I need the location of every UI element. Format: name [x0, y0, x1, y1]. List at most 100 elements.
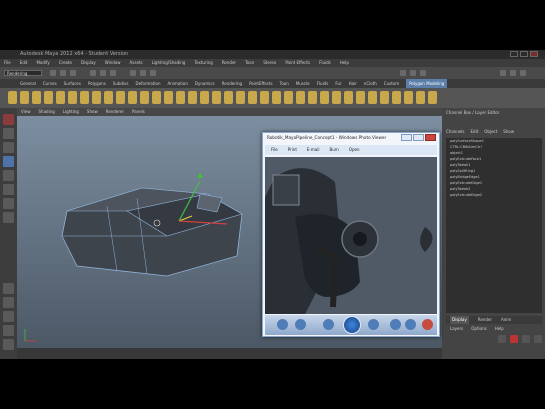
shelf-tool-icon[interactable] [164, 91, 173, 104]
rotate-tool-icon[interactable] [3, 170, 14, 181]
shelf-tool-icon[interactable] [188, 91, 197, 104]
snap-point-icon[interactable] [150, 70, 156, 76]
shelf-tool-icon[interactable] [104, 91, 113, 104]
time-slider[interactable] [17, 348, 442, 359]
ipr-render-icon[interactable] [410, 70, 416, 76]
viewport-menu-view[interactable]: View [21, 108, 31, 116]
menu-render[interactable]: Render [222, 59, 236, 67]
channel-box-menu-object[interactable]: Object [484, 128, 497, 136]
photo-viewer-maximize-button[interactable] [413, 134, 424, 141]
shelf-tool-icon[interactable] [428, 91, 437, 104]
zoom-icon[interactable] [277, 319, 288, 330]
menu-help[interactable]: Help [340, 59, 349, 67]
menu-modify[interactable]: Modify [36, 59, 49, 67]
shelf-tab-curves[interactable]: Curves [43, 79, 57, 88]
shelf-tool-icon[interactable] [260, 91, 269, 104]
persp-graph-layout-icon[interactable] [3, 325, 14, 336]
shelf-tab-polygon-modeling[interactable]: Polygon Modeling [406, 79, 448, 88]
photo-menu-burn[interactable]: Burn [329, 145, 338, 155]
rotate-counterclockwise-icon[interactable] [390, 319, 401, 330]
minimize-button[interactable] [510, 51, 518, 57]
new-scene-icon[interactable] [50, 70, 56, 76]
render-settings-icon[interactable] [420, 70, 426, 76]
shelf-tool-icon[interactable] [140, 91, 149, 104]
photo-menu-print[interactable]: Print [288, 145, 297, 155]
shelf-tool-icon[interactable] [380, 91, 389, 104]
shelf-tab-subdivs[interactable]: Subdivs [113, 79, 129, 88]
viewport-menu-show[interactable]: Show [87, 108, 98, 116]
move-layer-up-icon[interactable] [522, 335, 530, 343]
polygon-model[interactable] [61, 187, 243, 277]
shelf-tool-icon[interactable] [32, 91, 41, 104]
shelf-tab-fur[interactable]: Fur [335, 79, 341, 88]
shelf-tab-toon[interactable]: Toon [280, 79, 289, 88]
show-tool-settings-icon[interactable] [520, 70, 526, 76]
shelf-tool-icon[interactable] [284, 91, 293, 104]
last-tool-icon[interactable] [3, 212, 14, 223]
shelf-tab-muscle[interactable]: Muscle [296, 79, 310, 88]
next-icon[interactable] [368, 319, 379, 330]
menu-file[interactable]: File [4, 59, 11, 67]
move-tool-icon[interactable] [3, 156, 14, 167]
shelf-tab-animation[interactable]: Animation [168, 79, 188, 88]
shelf-tool-icon[interactable] [224, 91, 233, 104]
shelf-tool-icon[interactable] [416, 91, 425, 104]
menu-fluids[interactable]: Fluids [319, 59, 331, 67]
viewport-menu-shading[interactable]: Shading [39, 108, 55, 116]
viewport-menu-panels[interactable]: Panels [132, 108, 145, 116]
menu-assets[interactable]: Assets [130, 59, 143, 67]
menu-edit[interactable]: Edit [20, 59, 28, 67]
shelf-tool-icon[interactable] [80, 91, 89, 104]
single-perspective-layout-icon[interactable] [3, 283, 14, 294]
tab-anim[interactable]: Anim [501, 316, 511, 324]
shelf-tab-polygons[interactable]: Polygons [88, 79, 106, 88]
shelf-tab-rendering[interactable]: Rendering [222, 79, 242, 88]
shelf-tool-icon[interactable] [320, 91, 329, 104]
menu-texturing[interactable]: Texturing [194, 59, 212, 67]
maximize-button[interactable] [520, 51, 528, 57]
viewport-menu-renderer[interactable]: Renderer [106, 108, 124, 116]
shelf-tool-icon[interactable] [296, 91, 305, 104]
show-channel-box-icon[interactable] [500, 70, 506, 76]
photo-menu-email[interactable]: E-mail [307, 145, 320, 155]
menu-paint-effects[interactable]: Paint Effects [285, 59, 310, 67]
slideshow-button[interactable] [343, 316, 361, 334]
channel-box-menu-edit[interactable]: Edit [471, 128, 479, 136]
actual-size-icon[interactable] [295, 319, 306, 330]
shelf-tool-icon[interactable] [332, 91, 341, 104]
select-tool-icon[interactable] [3, 114, 14, 125]
shelf-tab-custom[interactable]: Custom [384, 79, 399, 88]
photo-viewer-minimize-button[interactable] [401, 134, 412, 141]
shelf-tool-icon[interactable] [8, 91, 17, 104]
show-attribute-editor-icon[interactable] [510, 70, 516, 76]
tab-render[interactable]: Render [478, 316, 492, 324]
shelf-tool-icon[interactable] [368, 91, 377, 104]
tab-display[interactable]: Display [450, 316, 469, 324]
shelf-tool-icon[interactable] [236, 91, 245, 104]
menu-display[interactable]: Display [81, 59, 96, 67]
shelf-tool-icon[interactable] [116, 91, 125, 104]
viewport-menu-lighting[interactable]: Lighting [63, 108, 79, 116]
shelf-tool-icon[interactable] [392, 91, 401, 104]
shelf-tab-general[interactable]: General [20, 79, 36, 88]
photo-viewer-close-button[interactable] [425, 134, 436, 141]
close-button[interactable] [530, 51, 538, 57]
menu-window[interactable]: Window [105, 59, 121, 67]
photo-menu-file[interactable]: File [271, 145, 278, 155]
menu-set-select[interactable]: Rendering [4, 70, 42, 76]
select-component-icon[interactable] [110, 70, 116, 76]
manipulator-tool-icon[interactable] [3, 198, 14, 209]
shelf-tool-icon[interactable] [128, 91, 137, 104]
shelf-tool-icon[interactable] [68, 91, 77, 104]
shelf-tool-icon[interactable] [44, 91, 53, 104]
open-scene-icon[interactable] [60, 70, 66, 76]
shelf-tab-deformation[interactable]: Deformation [136, 79, 161, 88]
snap-grid-icon[interactable] [130, 70, 136, 76]
shelf-tool-icon[interactable] [356, 91, 365, 104]
channel-box-menu-channels[interactable]: Channels [446, 128, 465, 136]
select-object-icon[interactable] [100, 70, 106, 76]
menu-toon[interactable]: Toon [245, 59, 254, 67]
shelf-tab-fluids[interactable]: Fluids [317, 79, 329, 88]
render-frame-icon[interactable] [400, 70, 406, 76]
previous-icon[interactable] [323, 319, 334, 330]
